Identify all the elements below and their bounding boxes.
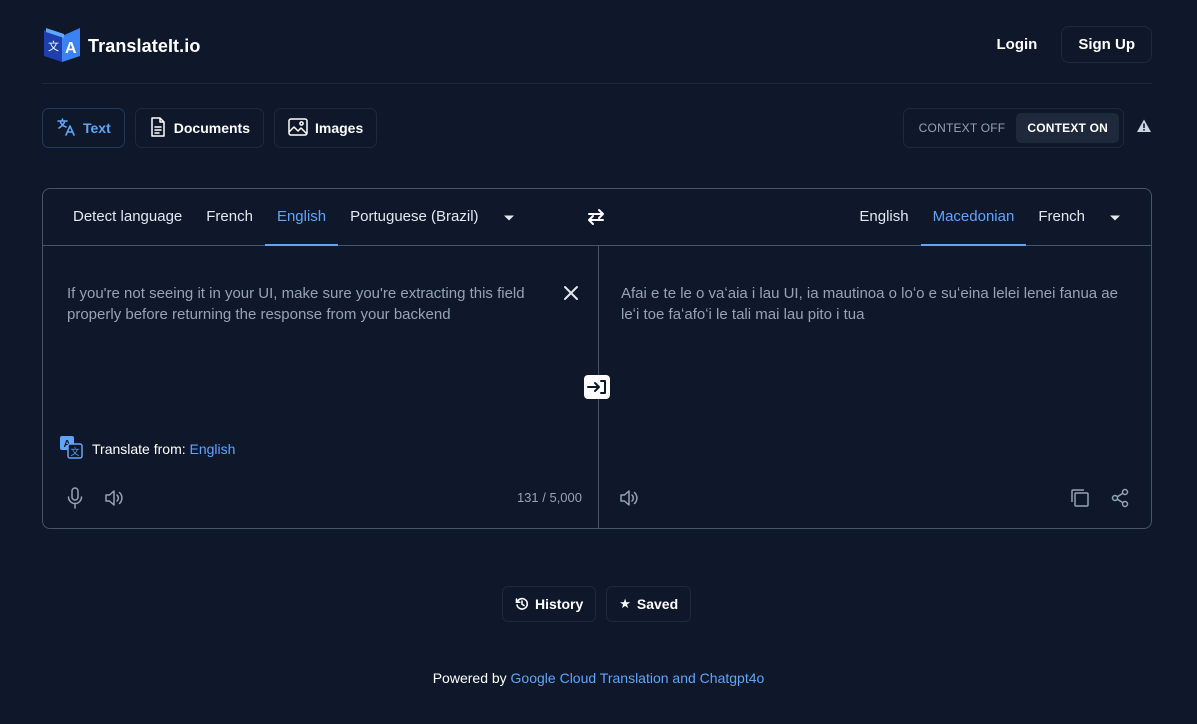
svg-text:文: 文 — [71, 446, 80, 458]
translate-language-icon: A 文 — [59, 435, 83, 462]
close-icon — [564, 286, 578, 300]
history-icon — [515, 597, 529, 610]
footer-prefix: Powered by — [432, 670, 507, 686]
source-lang-portuguese[interactable]: Portuguese (Brazil) — [338, 189, 490, 246]
target-pane: Afai e te le o vaʻaia i lau UI, ia mauti… — [599, 246, 1152, 529]
caret-down-icon — [1110, 215, 1120, 220]
speaker-icon — [105, 490, 123, 506]
share-button[interactable] — [1108, 486, 1132, 510]
source-lang-english[interactable]: English — [264, 189, 339, 246]
detected-language-prefix: Translate from: — [92, 440, 186, 457]
source-lang-detect[interactable]: Detect language — [61, 189, 194, 246]
copy-icon — [1071, 489, 1089, 507]
detected-language-row: A 文 Translate from: English — [59, 435, 235, 462]
listen-target-button[interactable] — [618, 486, 642, 510]
detected-language-link[interactable]: English — [190, 441, 236, 457]
history-label: History — [535, 596, 584, 612]
source-pane: If you're not seeing it in your UI, make… — [43, 246, 598, 529]
microphone-icon — [67, 487, 83, 509]
tab-images[interactable]: Images — [273, 108, 378, 148]
mode-tabs: Text Documents Images — [42, 108, 378, 148]
target-lang-dropdown[interactable] — [1097, 189, 1133, 246]
context-off-option[interactable]: CONTEXT OFF — [908, 113, 1017, 143]
translate-icon — [56, 117, 76, 140]
tab-text[interactable]: Text — [42, 108, 125, 148]
clear-text-button[interactable] — [562, 284, 580, 302]
history-button[interactable]: History — [502, 586, 597, 622]
caret-down-icon — [503, 215, 514, 220]
tab-documents-label: Documents — [173, 120, 250, 136]
star-icon: ★ — [619, 596, 631, 611]
auth-links: Login Sign Up — [987, 26, 1152, 63]
copy-button[interactable] — [1068, 486, 1092, 510]
source-lang-dropdown[interactable] — [491, 189, 527, 246]
speaker-icon — [620, 490, 638, 506]
target-lang-english[interactable]: English — [847, 189, 920, 246]
target-language-tabs: English Macedonian French — [596, 189, 1151, 246]
target-lang-macedonian[interactable]: Macedonian — [920, 189, 1027, 246]
login-button[interactable]: Login — [987, 26, 1048, 63]
brand-logo[interactable]: 文 A TranslateIt.io — [42, 26, 200, 66]
mode-toolbar: Text Documents Images CONTEXT OFF CONTEX… — [42, 108, 1152, 148]
translated-text-output: Afai e te le o vaʻaia i lau UI, ia mauti… — [621, 285, 1118, 323]
language-bar: Detect language French English Portugues… — [43, 189, 1151, 246]
saved-label: Saved — [636, 596, 679, 612]
character-count: 131 / 5,000 — [516, 490, 582, 505]
translation-panel: Detect language French English Portugues… — [42, 188, 1152, 529]
warning-icon[interactable] — [1136, 118, 1152, 139]
bottom-actions: History ★ Saved — [502, 586, 692, 622]
source-language-tabs: Detect language French English Portugues… — [43, 189, 598, 246]
microphone-button[interactable] — [63, 486, 87, 510]
context-controls: CONTEXT OFF CONTEXT ON — [902, 108, 1152, 148]
source-lang-french[interactable]: French — [194, 189, 265, 246]
tab-documents[interactable]: Documents — [134, 108, 264, 148]
context-toggle[interactable]: CONTEXT OFF CONTEXT ON — [902, 108, 1124, 148]
tab-text-label: Text — [83, 120, 111, 136]
image-icon — [288, 117, 308, 139]
context-on-option[interactable]: CONTEXT ON — [1016, 113, 1119, 143]
svg-text:A: A — [65, 40, 77, 57]
saved-button[interactable]: ★ Saved — [606, 586, 692, 622]
brand-name: TranslateIt.io — [88, 35, 201, 56]
target-lang-french[interactable]: French — [1026, 189, 1097, 246]
listen-source-button[interactable] — [103, 486, 127, 510]
svg-text:文: 文 — [48, 39, 59, 53]
source-text-input[interactable]: If you're not seeing it in your UI, make… — [67, 283, 537, 325]
tab-images-label: Images — [314, 120, 364, 136]
footer-provider-link[interactable]: Google Cloud Translation and Chatgpt4o — [511, 670, 765, 686]
logo-icon: 文 A — [42, 24, 82, 69]
footer: Powered by Google Cloud Translation and … — [0, 670, 1197, 686]
signup-button[interactable]: Sign Up — [1061, 26, 1152, 63]
site-header: 文 A TranslateIt.io Login Sign Up — [42, 26, 1152, 84]
document-icon — [149, 116, 167, 140]
share-icon — [1111, 488, 1129, 508]
